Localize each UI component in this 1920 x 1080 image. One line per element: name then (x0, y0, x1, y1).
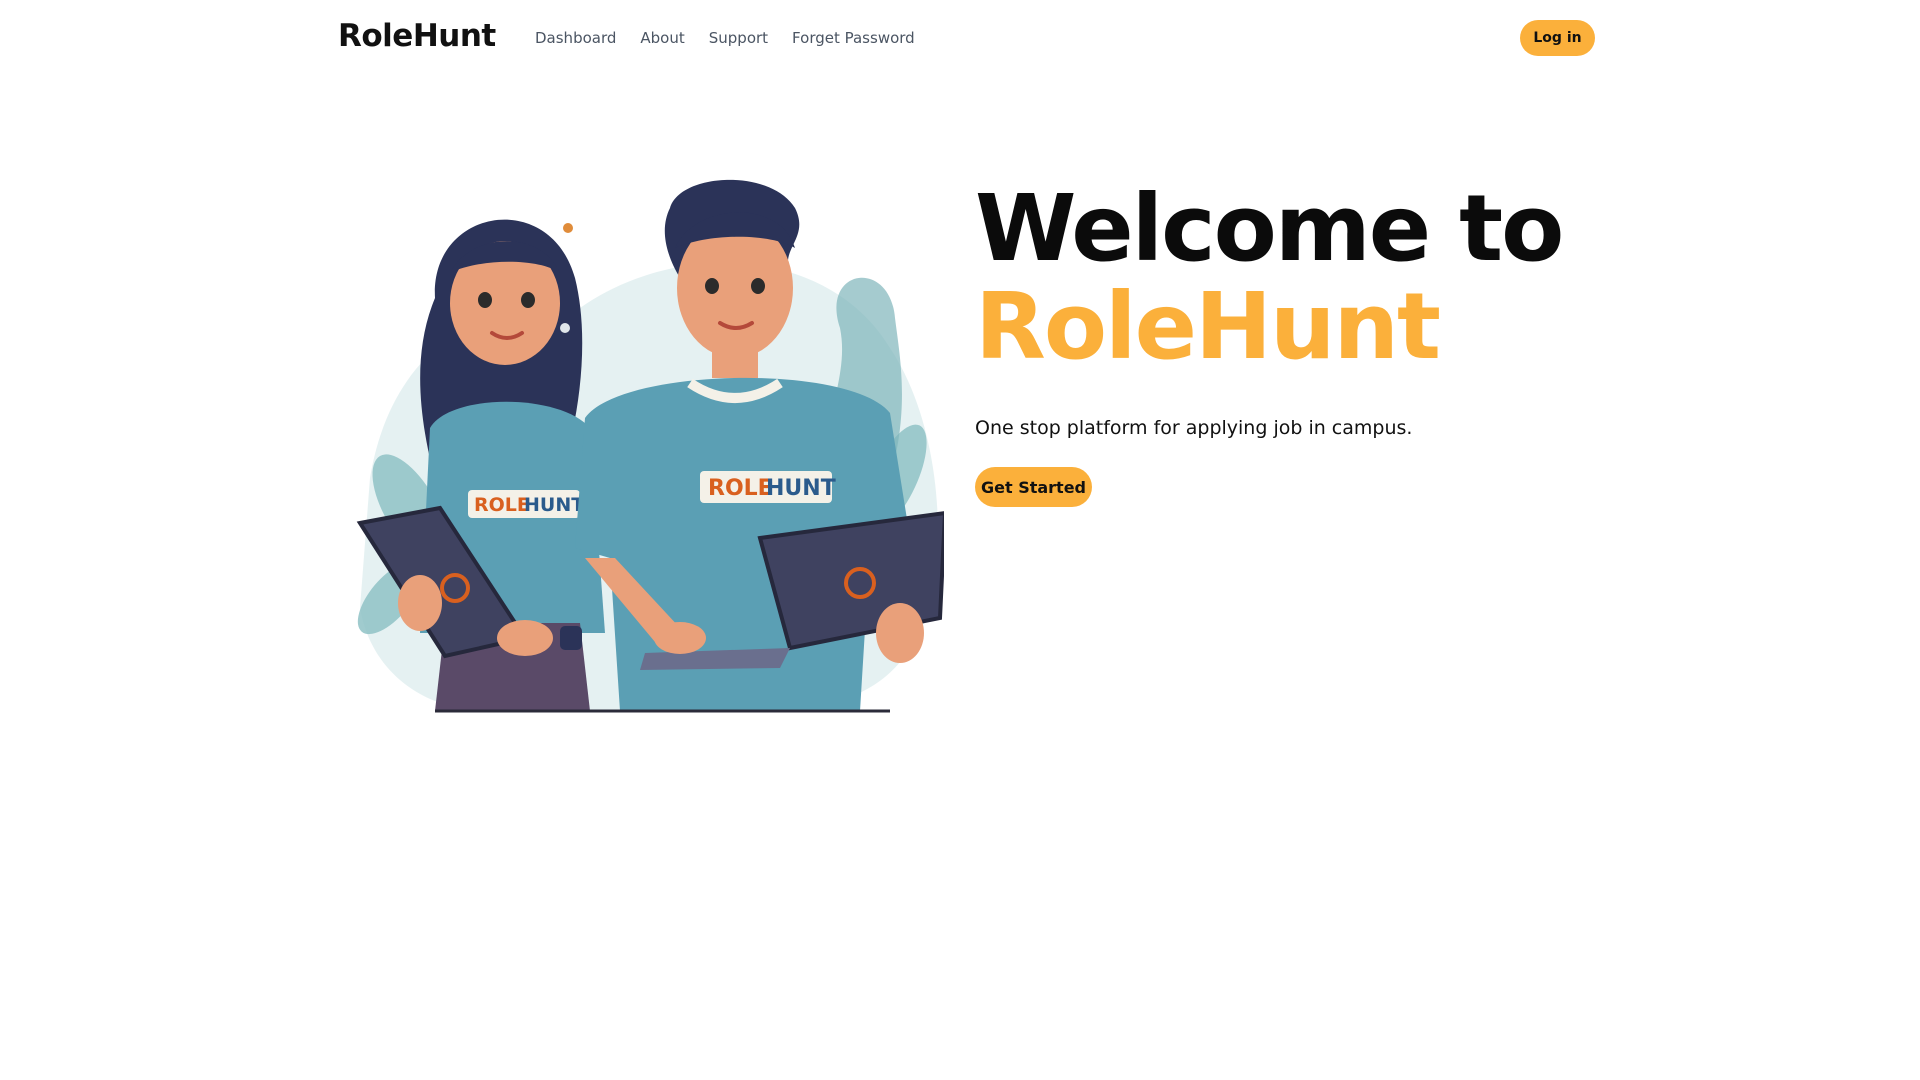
get-started-button[interactable]: Get Started (975, 467, 1092, 507)
nav-link-dashboard[interactable]: Dashboard (535, 29, 616, 47)
girl-shirt-text-role: ROLE (474, 494, 530, 516)
nav-link-forget-password[interactable]: Forget Password (792, 29, 915, 47)
hero-heading: Welcome to RoleHunt (975, 180, 1675, 376)
nav-link-about[interactable]: About (640, 29, 684, 47)
hero-illustration: ROLE HUNT ROLE HUNT (350, 178, 948, 713)
hero-title-line2: RoleHunt (975, 273, 1441, 380)
girl-shirt-text-hunt: HUNT (524, 494, 584, 516)
students-with-laptops-illustration: ROLE HUNT ROLE HUNT (356, 179, 948, 713)
login-button[interactable]: Log in (1520, 20, 1595, 56)
top-navbar: RoleHunt Dashboard About Support Forget … (0, 0, 1920, 76)
boy-shirt-text-role: ROLE (708, 476, 773, 501)
boy-shirt-text-hunt: HUNT (766, 476, 836, 501)
brand-logo[interactable]: RoleHunt (338, 18, 496, 54)
hero-title-line1: Welcome to (975, 175, 1564, 282)
nav-link-support[interactable]: Support (709, 29, 768, 47)
hero-tagline: One stop platform for applying job in ca… (975, 417, 1413, 439)
nav-links: Dashboard About Support Forget Password (535, 29, 915, 47)
